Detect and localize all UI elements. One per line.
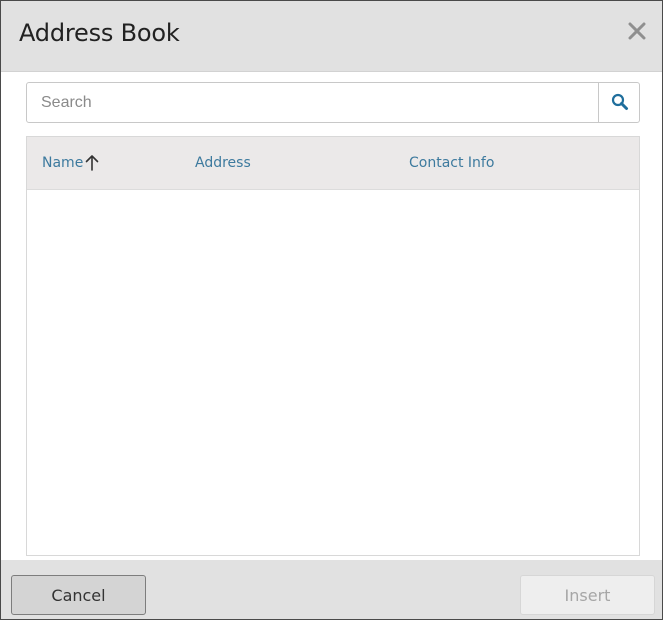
sort-ascending-icon[interactable] (84, 154, 100, 172)
dialog-title: Address Book (19, 19, 180, 47)
address-book-dialog: Address Book Name Address Contact Info (0, 0, 663, 620)
close-icon (628, 22, 646, 40)
column-header-name[interactable]: Name (42, 155, 83, 171)
dialog-footer: Cancel Insert (1, 560, 662, 619)
search-icon (611, 93, 628, 110)
search-button[interactable] (598, 83, 639, 122)
contacts-table: Name Address Contact Info (26, 136, 640, 556)
cancel-button[interactable]: Cancel (11, 575, 146, 615)
insert-button[interactable]: Insert (520, 575, 655, 615)
close-button[interactable] (624, 18, 650, 44)
dialog-header: Address Book (1, 1, 662, 72)
table-header: Name Address Contact Info (27, 137, 639, 190)
search-box (26, 82, 640, 123)
search-input[interactable] (27, 83, 599, 122)
column-header-address[interactable]: Address (195, 155, 251, 171)
table-body (27, 190, 639, 555)
column-header-contact-info[interactable]: Contact Info (409, 155, 494, 171)
